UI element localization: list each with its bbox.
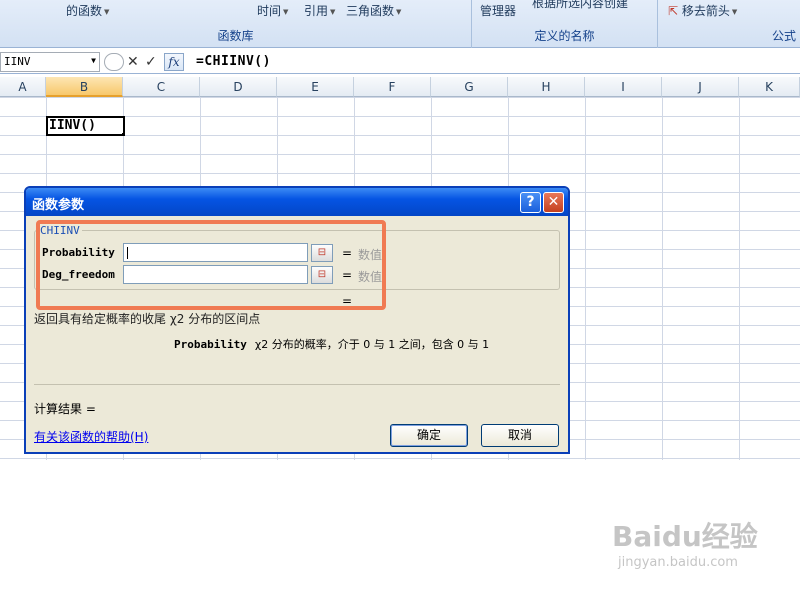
insert-function-button[interactable]: fx — [164, 53, 184, 71]
column-header-g[interactable]: G — [431, 77, 508, 97]
ribbon-item-lookup[interactable]: 引用 ▼ — [304, 2, 335, 19]
function-description: 返回具有给定概率的收尾 χ2 分布的区间点 — [34, 312, 261, 326]
chevron-down-icon[interactable]: ▼ — [91, 56, 96, 65]
formula-bar: IINV ▼ ✕ ✓ fx =CHIINV() — [0, 50, 800, 74]
column-header-h[interactable]: H — [508, 77, 585, 97]
column-header-c[interactable]: C — [123, 77, 200, 97]
ok-button[interactable]: 确定 — [390, 424, 468, 447]
close-button[interactable]: ✕ — [543, 192, 564, 213]
column-header-j[interactable]: J — [662, 77, 739, 97]
ribbon-group-function-library: 的函数 ▼ 时间 ▼ 引用 ▼ 三角函数 ▼ 函数库 — [0, 0, 472, 48]
ribbon-item-name-manager[interactable]: 管理器 — [480, 2, 516, 19]
column-header-a[interactable]: A — [0, 77, 46, 97]
confirm-entry-icon[interactable]: ✓ — [145, 53, 157, 71]
highlight-annotation — [36, 220, 386, 310]
watermark-logo: Baidu经验 — [612, 520, 758, 553]
formula-bar-expand-icon[interactable] — [104, 53, 124, 71]
dialog-titlebar[interactable]: 函数参数 ? ✕ — [26, 188, 568, 216]
ribbon-group-defined-names: 管理器 根据所选内容创建 定义的名称 — [472, 0, 658, 48]
ribbon-item-math-trig[interactable]: 三角函数 ▼ — [346, 2, 401, 19]
column-header-f[interactable]: F — [354, 77, 431, 97]
active-cell-b2[interactable]: IINV() — [46, 116, 125, 136]
ribbon-group-label: 函数库 — [217, 29, 254, 43]
ribbon-item-create-from-selection[interactable]: 根据所选内容创建 — [532, 0, 628, 11]
watermark-url: jingyan.baidu.com — [618, 555, 738, 570]
cancel-button[interactable]: 取消 — [481, 424, 559, 447]
ribbon-item-remove-arrows[interactable]: ⇱ 移去箭头 ▼ — [668, 2, 737, 19]
watermark: Baidu经验 jingyan.baidu.com — [612, 515, 758, 570]
column-header-b[interactable]: B — [46, 77, 123, 97]
grid-line — [739, 97, 740, 460]
calculation-result: 计算结果 = — [34, 402, 96, 416]
name-box[interactable]: IINV ▼ — [0, 52, 100, 72]
parameter-description: Probability χ2 分布的概率，介于 0 与 1 之间，包含 0 与 1 — [174, 338, 490, 351]
ribbon-group-formula-auditing: ⇱ 移去箭头 ▼ 公式 — [658, 0, 800, 48]
column-header-i[interactable]: I — [585, 77, 662, 97]
column-header-e[interactable]: E — [277, 77, 354, 97]
fill-handle[interactable] — [122, 133, 123, 134]
ribbon-group-label: 公式 — [771, 29, 796, 43]
grid-line — [585, 97, 586, 460]
formula-input[interactable]: =CHIINV() — [196, 54, 271, 69]
divider — [34, 384, 560, 385]
grid-line — [662, 97, 663, 460]
function-help-link[interactable]: 有关该函数的帮助(H) — [34, 428, 148, 445]
ribbon-item-datetime[interactable]: 时间 ▼ — [257, 2, 288, 19]
ribbon: 的函数 ▼ 时间 ▼ 引用 ▼ 三角函数 ▼ 函数库 管理器 根据所选内容创建 定义的名… — [0, 0, 800, 48]
help-button[interactable]: ? — [520, 192, 541, 213]
column-header-d[interactable]: D — [200, 77, 277, 97]
ribbon-item-functions[interactable]: 的函数 ▼ — [66, 2, 109, 19]
cancel-entry-icon[interactable]: ✕ — [127, 53, 139, 71]
column-header-k[interactable]: K — [739, 77, 800, 97]
remove-arrows-icon: ⇱ — [668, 4, 679, 18]
dialog-title: 函数参数 — [32, 198, 85, 213]
ribbon-group-label: 定义的名称 — [534, 29, 595, 43]
